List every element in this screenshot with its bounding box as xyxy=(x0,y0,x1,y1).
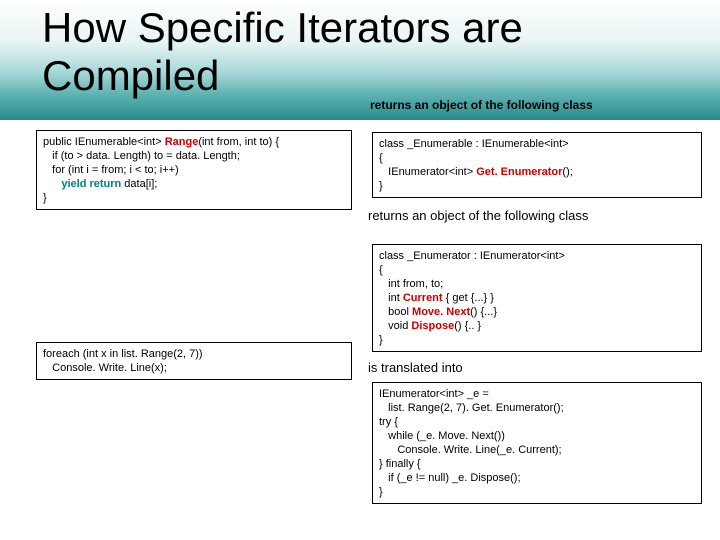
subtitle-right: returns an object of the following class xyxy=(370,98,593,112)
code-enumerator-class: class _Enumerator : IEnumerator<int> { i… xyxy=(372,244,702,352)
code-foreach: foreach (int x in list. Range(2, 7)) Con… xyxy=(36,342,352,380)
translated-text: is translated into xyxy=(368,360,463,376)
code-translated: IEnumerator<int> _e = list. Range(2, 7).… xyxy=(372,382,702,504)
code-enumerable-class: class _Enumerable : IEnumerable<int> { I… xyxy=(372,132,702,198)
code-range-method: public IEnumerable<int> Range(int from, … xyxy=(36,130,352,210)
page-title: How Specific Iterators are Compiled xyxy=(42,4,523,100)
returns-text-2: returns an object of the following class xyxy=(368,208,698,224)
